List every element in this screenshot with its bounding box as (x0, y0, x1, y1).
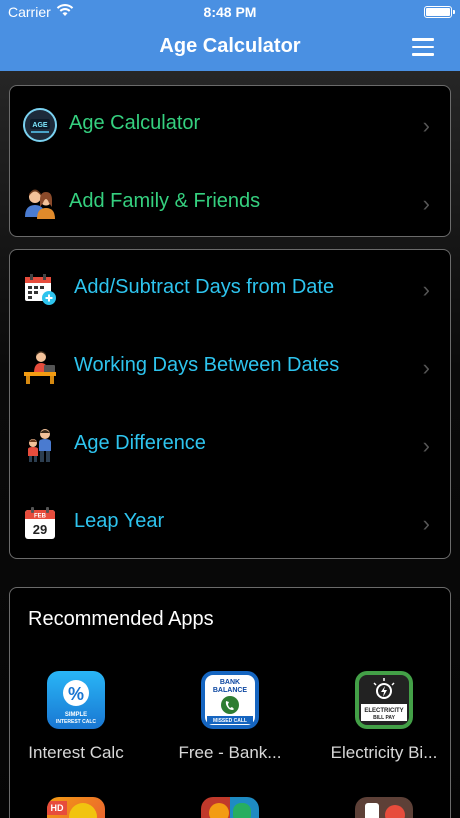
svg-text:BANK: BANK (220, 679, 240, 686)
menu-item-working-days[interactable]: Working Days Between Dates › (10, 328, 450, 406)
app-name: Interest Calc (28, 743, 124, 762)
menu-item-add-family-friends[interactable]: Add Family & Friends › (10, 164, 450, 242)
age-calculator-icon: AGE (22, 107, 58, 143)
menu-item-label: Working Days Between Dates (74, 354, 340, 376)
app-interest-calc[interactable]: % SIMPLE INTEREST CALC Interest Calc (6, 671, 146, 763)
clock: 8:48 PM (203, 4, 257, 20)
battery-icon (424, 6, 455, 18)
menu-item-label: Add Family & Friends (69, 190, 261, 212)
svg-text:AGE: AGE (32, 122, 48, 129)
family-friends-icon (22, 185, 58, 221)
age-difference-icon (22, 427, 58, 463)
app-recommended-6[interactable] (314, 797, 454, 818)
menu-item-label: Add/Subtract Days from Date (74, 276, 335, 298)
svg-text:%: % (68, 684, 84, 704)
status-bar: Carrier 8:48 PM (0, 0, 460, 24)
electricity-bill-app-icon: ELECTRICITY BILL PAY (355, 671, 413, 729)
hd-badge: HD (47, 801, 67, 815)
page-title: Age Calculator (159, 35, 301, 57)
menu-item-leap-year[interactable]: FEB 29 Leap Year › (10, 484, 450, 562)
leap-year-day: 29 (33, 522, 47, 537)
menu-item-add-subtract-days[interactable]: Add/Subtract Days from Date › (10, 250, 450, 328)
svg-text:BALANCE: BALANCE (213, 687, 248, 694)
svg-text:INTEREST CALC: INTEREST CALC (56, 719, 96, 725)
app-name: Free - Bank... (178, 743, 282, 762)
hamburger-menu-icon[interactable] (412, 38, 434, 56)
tools-menu-card: Add/Subtract Days from Date › Working Da… (9, 249, 451, 559)
app-icon (201, 797, 259, 818)
working-person-icon (22, 349, 58, 385)
chevron-right-icon: › (422, 191, 430, 216)
chevron-right-icon: › (422, 113, 430, 138)
calendar-add-icon (22, 271, 58, 307)
app-electricity-bill[interactable]: ELECTRICITY BILL PAY Electricity Bi... (314, 671, 454, 763)
menu-item-label: Age Difference (74, 432, 206, 454)
leap-year-month: FEB (34, 514, 47, 520)
svg-text:ELECTRICITY: ELECTRICITY (364, 708, 403, 714)
main-menu-card: AGE Age Calculator › Add Family & Friend… (9, 85, 451, 237)
bank-balance-app-icon: BANK BALANCE MISSED CALL (201, 671, 259, 729)
chevron-right-icon: › (422, 277, 430, 302)
section-heading: Recommended Apps (28, 608, 214, 630)
app-name: Electricity Bi... (330, 743, 438, 762)
app-icon (355, 797, 413, 818)
chevron-right-icon: › (422, 433, 430, 458)
recommended-apps-card: Recommended Apps % SIMPLE INTEREST CALC … (9, 587, 451, 818)
menu-item-age-difference[interactable]: Age Difference › (10, 406, 450, 484)
svg-text:SIMPLE: SIMPLE (65, 712, 87, 718)
interest-calc-app-icon: % SIMPLE INTEREST CALC (47, 671, 105, 729)
app-recommended-4[interactable]: HD (6, 797, 146, 818)
app-recommended-5[interactable] (160, 797, 300, 818)
svg-text:MISSED CALL: MISSED CALL (213, 718, 247, 724)
app-bank-balance[interactable]: BANK BALANCE MISSED CALL Free - Bank... (160, 671, 300, 763)
menu-item-age-calculator[interactable]: AGE Age Calculator › (10, 86, 450, 164)
chevron-right-icon: › (422, 355, 430, 380)
leap-year-calendar-icon: FEB 29 (22, 505, 58, 541)
navigation-bar: Age Calculator (0, 24, 460, 71)
menu-item-label: Age Calculator (69, 112, 201, 134)
chevron-right-icon: › (422, 511, 430, 536)
menu-item-label: Leap Year (74, 510, 165, 532)
svg-text:BILL PAY: BILL PAY (373, 715, 396, 721)
app-icon: HD (47, 797, 105, 818)
